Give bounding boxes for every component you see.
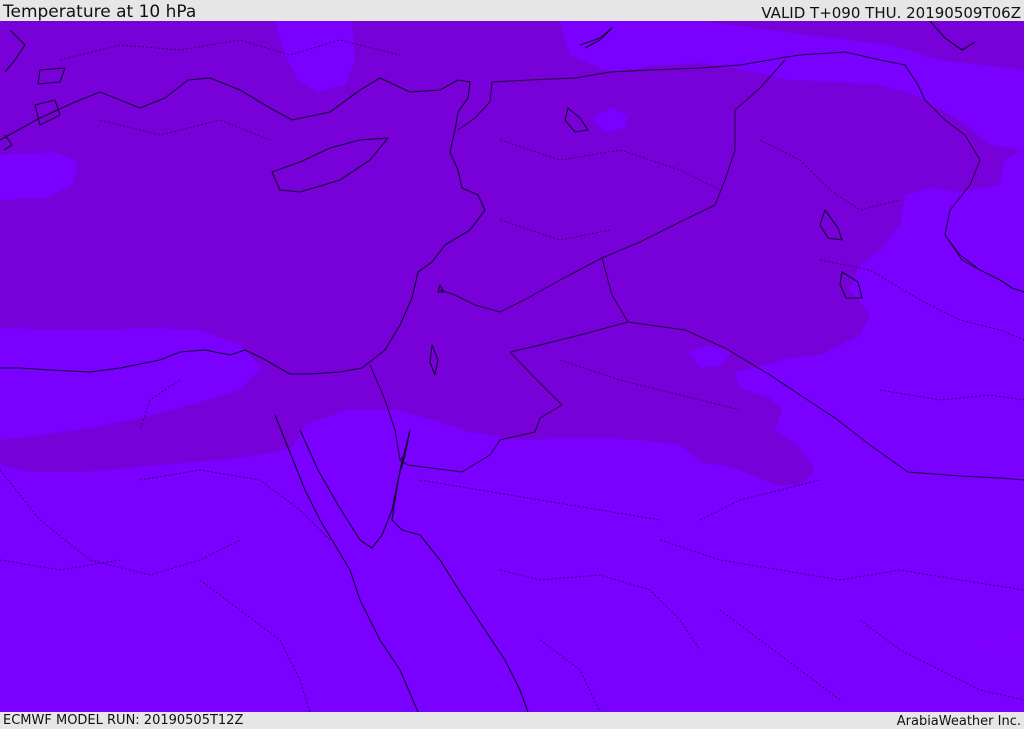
credit-label: ArabiaWeather Inc. [896,714,1021,729]
footer-bar: ECMWF MODEL RUN: 20190505T12Z ArabiaWeat… [0,712,1024,729]
temperature-map [0,21,1024,712]
cool-pool [1006,632,1022,644]
valid-time-label: VALID T+090 THU. 20190509T06Z [761,4,1021,22]
map-title: Temperature at 10 hPa [3,2,197,22]
model-run-label: ECMWF MODEL RUN: 20190505T12Z [3,713,244,728]
map-figure: Temperature at 10 hPa VALID T+090 THU. 2… [0,0,1024,729]
header-bar: Temperature at 10 hPa VALID T+090 THU. 2… [0,0,1024,21]
